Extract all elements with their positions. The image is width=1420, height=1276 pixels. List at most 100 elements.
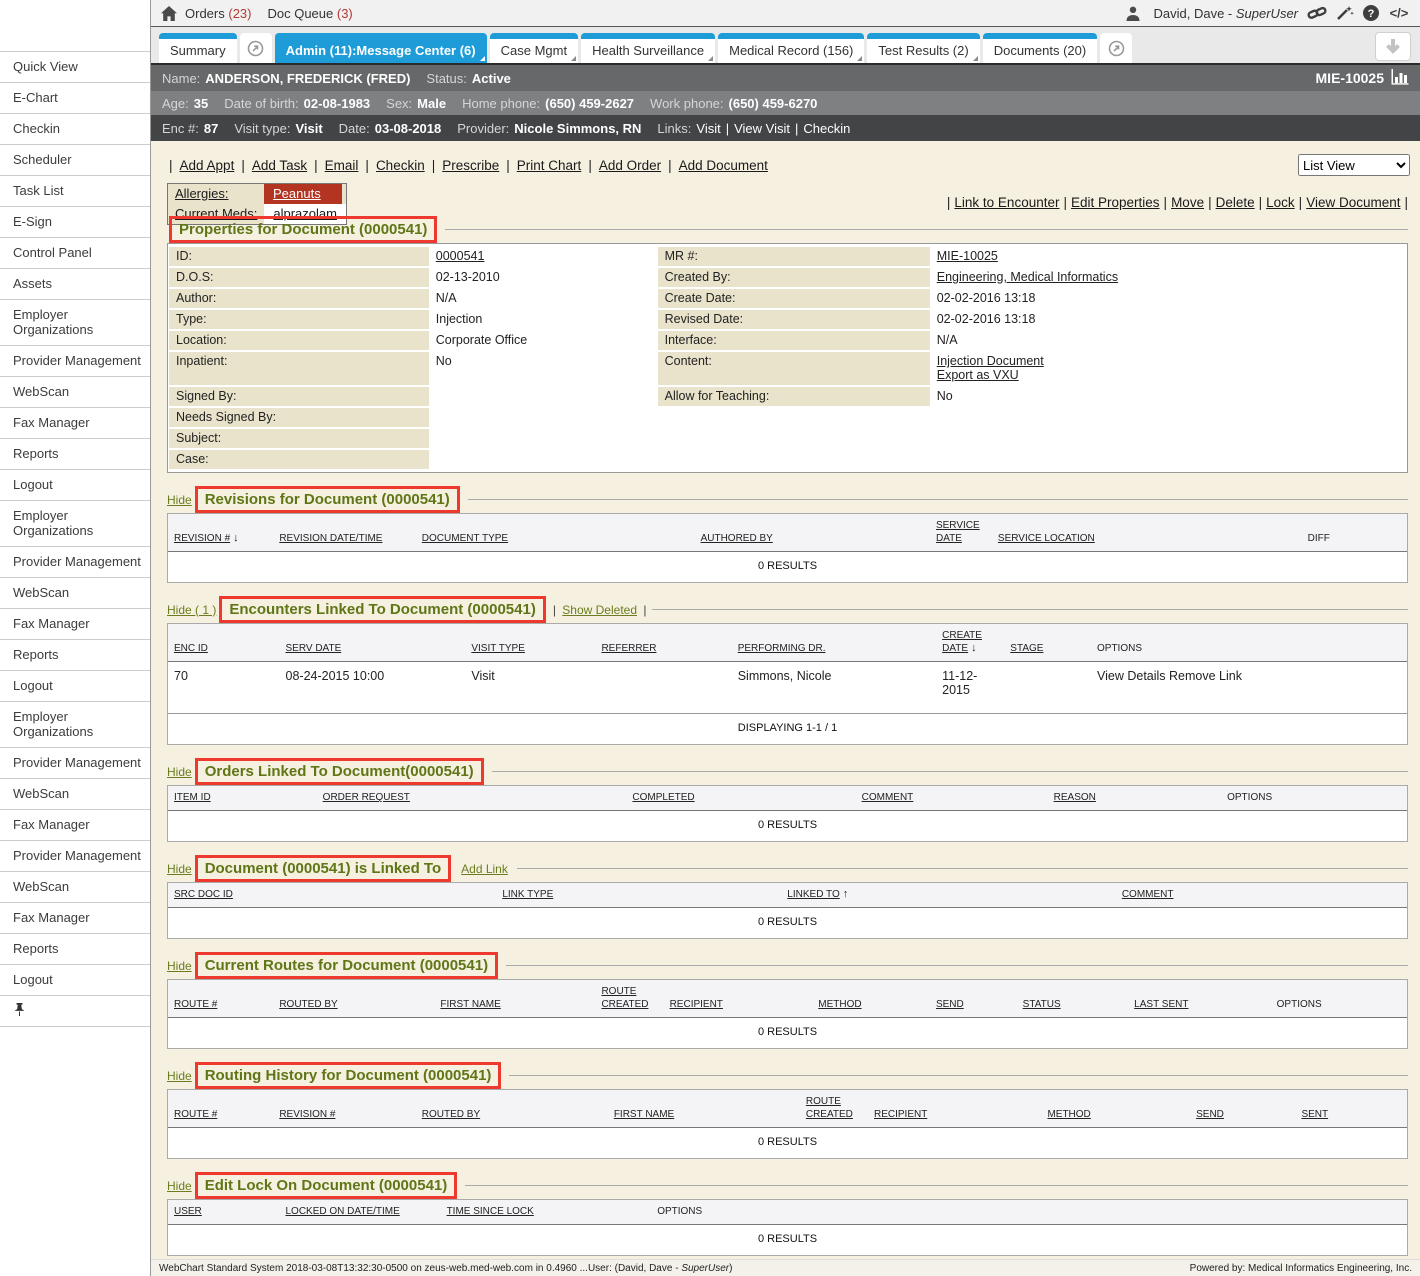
hide-link[interactable]: Hide [167,1179,192,1193]
sidebar-item-webscan[interactable]: WebScan [0,377,150,408]
tab-medical-record-156[interactable]: Medical Record (156) [718,33,864,63]
column-header-service-date[interactable]: SERVICE DATE [930,514,992,552]
prop-link-mie-10025[interactable]: MIE-10025 [937,249,998,263]
column-header-performing-dr[interactable]: PERFORMING DR. [732,624,936,662]
column-header-send[interactable]: SEND [1190,1090,1295,1128]
prop-link-engineering-medical-informatics[interactable]: Engineering, Medical Informatics [937,270,1118,284]
sort-desc-icon[interactable]: ↓ [971,642,977,654]
action-checkin[interactable]: Checkin [376,158,425,173]
doc-action-move[interactable]: Move [1171,195,1204,210]
column-header-service-location[interactable]: SERVICE LOCATION [992,514,1302,552]
sidebar-item-provider-management[interactable]: Provider Management [0,547,150,578]
open-in-new-icon[interactable] [1100,33,1132,63]
sidebar-item-e-chart[interactable]: E-Chart [0,83,150,114]
sidebar-item-fax-manager[interactable]: Fax Manager [0,609,150,640]
home-icon[interactable] [161,6,177,21]
column-header-method[interactable]: METHOD [1041,1090,1190,1128]
tab-admin-11-message-center-6[interactable]: Admin (11):Message Center (6) [275,33,487,63]
sidebar-item-checkin[interactable]: Checkin [0,114,150,145]
column-header-time-since-lock[interactable]: TIME SINCE LOCK [441,1200,652,1225]
column-header-enc-id[interactable]: ENC ID [168,624,280,662]
column-header-route-created[interactable]: ROUTE CREATED [595,980,663,1018]
action-email[interactable]: Email [325,158,359,173]
tab-case-mgmt[interactable]: Case Mgmt [490,33,578,63]
column-header-recipient[interactable]: RECIPIENT [664,980,813,1018]
link-visit[interactable]: Visit [696,121,720,136]
column-header-item-id[interactable]: ITEM ID [168,786,317,811]
action-add-document[interactable]: Add Document [679,158,768,173]
link-chain-icon[interactable] [1307,6,1327,20]
column-header-status[interactable]: STATUS [1017,980,1129,1018]
sidebar-item-e-sign[interactable]: E-Sign [0,207,150,238]
column-header-create-date[interactable]: CREATE DATE↓ [936,624,1004,662]
column-header-route-created[interactable]: ROUTE CREATED [800,1090,868,1128]
sidebar-item-reports[interactable]: Reports [0,439,150,470]
open-in-new-icon[interactable] [240,33,272,63]
code-icon[interactable]: </> [1388,6,1410,20]
column-header-link-type[interactable]: LINK TYPE [496,883,781,908]
doc-action-lock[interactable]: Lock [1266,195,1295,210]
hide-link[interactable]: Hide ( 1 ) [167,603,216,617]
sort-desc-icon[interactable]: ↓ [233,532,239,544]
sidebar-item-assets[interactable]: Assets [0,269,150,300]
column-header-order-request[interactable]: ORDER REQUEST [317,786,627,811]
action-print-chart[interactable]: Print Chart [517,158,582,173]
column-header-locked-on-date-time[interactable]: LOCKED ON DATE/TIME [280,1200,441,1225]
tab-documents-20[interactable]: Documents (20) [983,33,1097,63]
column-header-revision[interactable]: REVISION # [273,1090,415,1128]
column-header-recipient[interactable]: RECIPIENT [868,1090,1041,1128]
link-checkin[interactable]: Checkin [803,121,850,136]
sidebar-item-employer-organizations[interactable]: Employer Organizations [0,501,150,547]
chart-stats-icon[interactable] [1391,69,1409,88]
column-header-stage[interactable]: STAGE [1004,624,1091,662]
sidebar-item-employer-organizations[interactable]: Employer Organizations [0,300,150,346]
link-show-deleted[interactable]: Show Deleted [562,603,637,617]
column-header-document-type[interactable]: DOCUMENT TYPE [416,514,695,552]
column-header-referrer[interactable]: REFERRER [595,624,731,662]
sidebar-item-fax-manager[interactable]: Fax Manager [0,810,150,841]
action-add-task[interactable]: Add Task [252,158,307,173]
tab-health-surveillance[interactable]: Health Surveillance [581,33,715,63]
column-header-src-doc-id[interactable]: SRC DOC ID [168,883,496,908]
sidebar-item-logout[interactable]: Logout [0,965,150,996]
sidebar-item-reports[interactable]: Reports [0,934,150,965]
action-add-appt[interactable]: Add Appt [180,158,235,173]
sidebar-item-provider-management[interactable]: Provider Management [0,346,150,377]
tab-test-results-2[interactable]: Test Results (2) [867,33,979,63]
sidebar-item-webscan[interactable]: WebScan [0,779,150,810]
allergy-value[interactable]: Peanuts [264,184,342,204]
tab-summary[interactable]: Summary [159,33,237,63]
column-header-completed[interactable]: COMPLETED [626,786,855,811]
column-header-route[interactable]: ROUTE # [168,1090,273,1128]
action-add-order[interactable]: Add Order [599,158,661,173]
hide-link[interactable]: Hide [167,1069,192,1083]
sidebar-item-control-panel[interactable]: Control Panel [0,238,150,269]
hide-link[interactable]: Hide [167,959,192,973]
doc-action-view-document[interactable]: View Document [1306,195,1400,210]
column-header-routed-by[interactable]: ROUTED BY [416,1090,608,1128]
column-header-send[interactable]: SEND [930,980,1017,1018]
sidebar-item-logout[interactable]: Logout [0,470,150,501]
sidebar-item-webscan[interactable]: WebScan [0,578,150,609]
link-view-visit[interactable]: View Visit [734,121,790,136]
column-header-comment[interactable]: COMMENT [856,786,1048,811]
column-header-route[interactable]: ROUTE # [168,980,273,1018]
column-header-comment[interactable]: COMMENT [1116,883,1407,908]
doc-action-link-to-encounter[interactable]: Link to Encounter [954,195,1059,210]
hide-link[interactable]: Hide [167,493,192,507]
column-header-user[interactable]: USER [168,1200,280,1225]
hide-link[interactable]: Hide [167,765,192,779]
sidebar-pin-button[interactable] [0,996,150,1027]
prop-link-export-as-vxu[interactable]: Export as VXU [937,368,1399,382]
sidebar-item-provider-management[interactable]: Provider Management [0,841,150,872]
help-icon[interactable]: ? [1363,5,1379,21]
column-header-visit-type[interactable]: VISIT TYPE [465,624,595,662]
wand-icon[interactable] [1336,5,1354,21]
sort-asc-icon[interactable]: ↑ [843,888,849,900]
column-header-method[interactable]: METHOD [812,980,930,1018]
doc-queue-link[interactable]: Doc Queue (3) [267,6,352,21]
allergies-label[interactable]: Allergies: [168,184,264,204]
sidebar-item-webscan[interactable]: WebScan [0,872,150,903]
action-prescribe[interactable]: Prescribe [442,158,499,173]
doc-action-edit-properties[interactable]: Edit Properties [1071,195,1160,210]
